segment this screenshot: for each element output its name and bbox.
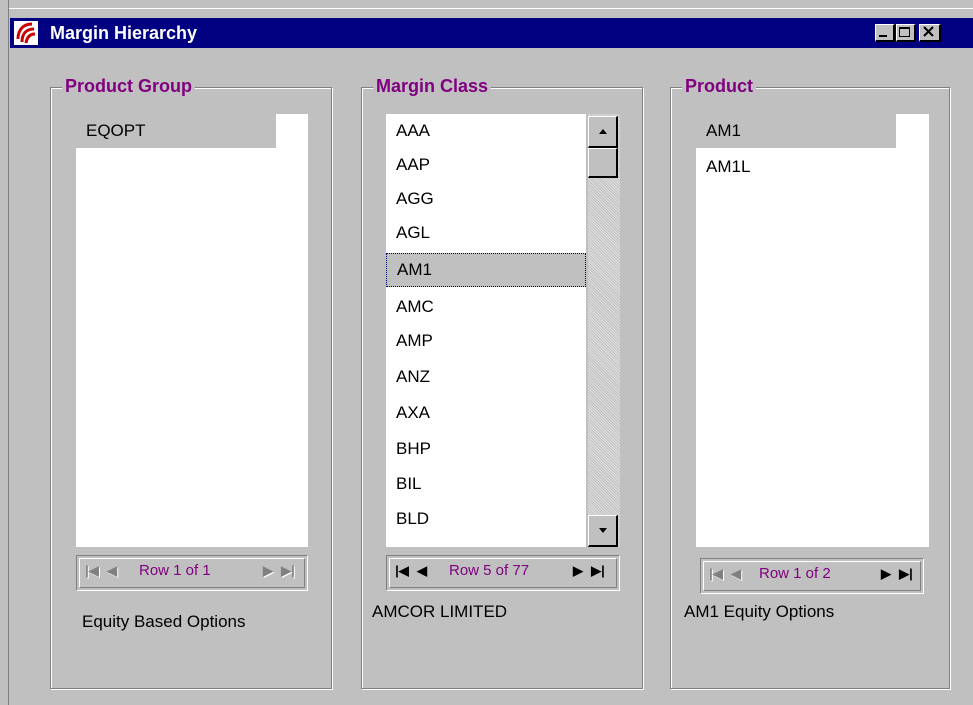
list-item-selected[interactable]: AM1 xyxy=(386,253,586,287)
margin-class-navigator: |◀ ◀ Row 5 of 77 ▶ ▶| xyxy=(386,555,620,591)
prev-record-icon[interactable]: ◀ xyxy=(103,561,121,581)
prev-record-icon[interactable]: ◀ xyxy=(413,561,431,581)
list-item[interactable]: AM1L xyxy=(696,150,896,184)
title-bar[interactable]: Margin Hierarchy xyxy=(10,18,973,48)
list-item[interactable]: BIL xyxy=(386,467,586,501)
list-item[interactable]: AM1 xyxy=(696,114,896,148)
list-item[interactable]: AAP xyxy=(386,148,586,182)
first-record-icon[interactable]: |◀ xyxy=(393,561,411,581)
margin-hierarchy-window: Margin Hierarchy Product Group EQOPT |◀ … xyxy=(0,0,973,705)
list-item[interactable]: EQOPT xyxy=(76,114,276,148)
scroll-up-icon xyxy=(598,129,607,134)
maximize-icon xyxy=(899,27,910,37)
scroll-down-button[interactable] xyxy=(588,515,618,547)
next-record-icon[interactable]: ▶ xyxy=(877,564,895,584)
list-item[interactable]: BLD xyxy=(386,502,586,536)
first-record-icon[interactable]: |◀ xyxy=(83,561,101,581)
next-record-icon[interactable]: ▶ xyxy=(569,561,587,581)
scroll-up-button[interactable] xyxy=(588,116,618,148)
margin-class-description: AMCOR LIMITED xyxy=(372,602,508,621)
last-record-icon[interactable]: ▶| xyxy=(897,564,915,584)
minimize-icon xyxy=(879,35,887,37)
close-icon xyxy=(923,26,934,37)
margin-class-label: Margin Class xyxy=(373,75,492,97)
last-record-icon[interactable]: ▶| xyxy=(279,561,297,581)
list-item[interactable]: BHP xyxy=(386,432,586,466)
list-item[interactable]: ANZ xyxy=(386,360,586,394)
product-label: Product xyxy=(682,75,757,97)
app-logo-icon xyxy=(14,21,38,45)
list-item[interactable]: AGL xyxy=(386,216,586,250)
list-item[interactable]: AMP xyxy=(386,324,586,358)
list-item[interactable]: AMC xyxy=(386,290,586,324)
product-navigator: |◀ ◀ Row 1 of 2 ▶ ▶| xyxy=(700,558,924,594)
minimize-button[interactable] xyxy=(875,24,895,42)
window-title: Margin Hierarchy xyxy=(50,23,198,43)
margin-class-list[interactable]: AAA AAP AGG AGL AM1 AMC AMP ANZ AXA BHP … xyxy=(386,114,586,547)
list-item[interactable]: AXA xyxy=(386,396,586,430)
scroll-down-icon xyxy=(598,528,607,533)
product-group-label: Product Group xyxy=(62,75,195,97)
prev-record-icon[interactable]: ◀ xyxy=(727,564,745,584)
row-counter: Row 5 of 77 xyxy=(449,562,530,579)
product-list[interactable]: AM1 AM1L xyxy=(696,114,929,547)
list-item[interactable]: AAA xyxy=(386,114,586,148)
product-group-navigator: |◀ ◀ Row 1 of 1 ▶ ▶| xyxy=(76,555,308,591)
first-record-icon[interactable]: |◀ xyxy=(707,564,725,584)
product-group-list[interactable]: EQOPT xyxy=(76,114,308,547)
maximize-button[interactable] xyxy=(896,24,916,42)
last-record-icon[interactable]: ▶| xyxy=(589,561,607,581)
row-counter: Row 1 of 2 xyxy=(759,565,831,582)
next-record-icon[interactable]: ▶ xyxy=(259,561,277,581)
scroll-thumb[interactable] xyxy=(588,148,618,178)
margin-class-scrollbar[interactable] xyxy=(588,114,620,547)
product-group-description: Equity Based Options xyxy=(82,612,246,631)
list-item[interactable]: AGG xyxy=(386,182,586,216)
close-button[interactable] xyxy=(919,24,941,42)
row-counter: Row 1 of 1 xyxy=(139,562,211,579)
window-frame-left xyxy=(0,0,9,705)
window-frame-top xyxy=(0,0,973,9)
product-description: AM1 Equity Options xyxy=(684,602,835,621)
